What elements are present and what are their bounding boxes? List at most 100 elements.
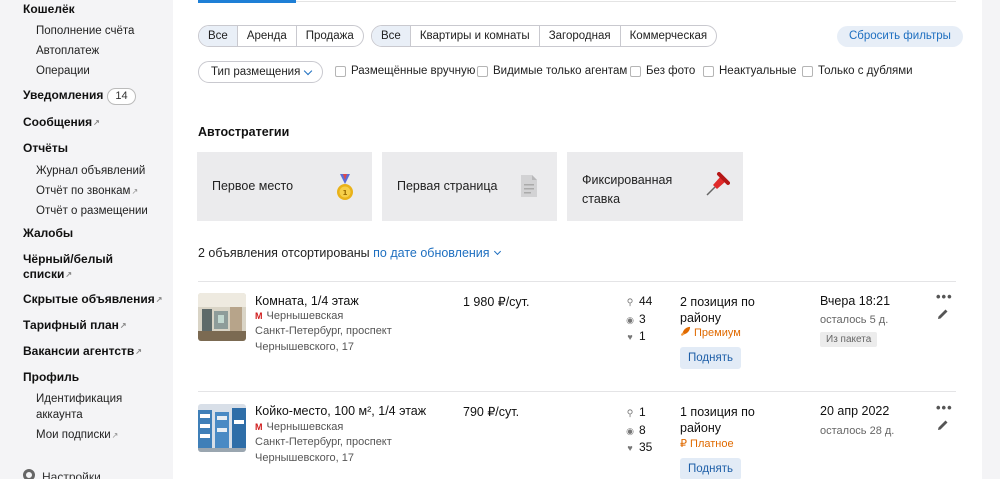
sidebar-blacklist-line1: Чёрный/белый <box>23 252 113 266</box>
listing-title[interactable]: Койко-место, 100 м², 1/4 этаж <box>255 404 426 418</box>
sidebar-complaints[interactable]: Жалобы <box>23 226 73 241</box>
document-icon <box>521 175 537 197</box>
sidebar-tariff[interactable]: Тарифный план↗ <box>23 318 127 333</box>
checkbox-no-photo[interactable] <box>630 66 641 77</box>
type-tab-flats[interactable]: Квартиры и комнаты <box>409 26 539 46</box>
sidebar-notifications[interactable]: Уведомления 14 <box>23 88 136 105</box>
checkbox-manual[interactable] <box>335 66 346 77</box>
sidebar-item-topup[interactable]: Пополнение счёта <box>36 24 134 39</box>
sidebar-vacancies[interactable]: Вакансии агентств↗ <box>23 344 142 359</box>
listing-position-line2: району <box>680 311 721 325</box>
edit-pencil-icon[interactable] <box>937 308 949 320</box>
listing-position-line1: 1 позиция по <box>680 405 755 419</box>
stat-views: ◉ 3 <box>624 312 646 326</box>
placement-type-select[interactable]: Тип размещения <box>198 61 323 83</box>
stat-likes-value: 1 <box>639 329 646 343</box>
property-type-segmented: Все Квартиры и комнаты Загородная Коммер… <box>371 25 718 47</box>
metro-station-name: Чернышевская <box>266 310 344 322</box>
package-badge: Из пакета <box>820 332 878 347</box>
strategy-first-place-label: Первое место <box>212 179 294 193</box>
listing-photo[interactable] <box>198 404 246 452</box>
strategy-fixed-bid-line1: Фиксированная <box>582 173 673 187</box>
raise-button[interactable]: Поднять <box>680 458 741 479</box>
premium-badge-label: Премиум <box>694 327 741 339</box>
listing-photo[interactable] <box>198 293 246 341</box>
stat-searches-value: 1 <box>639 405 646 419</box>
edit-pencil-icon[interactable] <box>937 419 949 431</box>
type-tab-commercial[interactable]: Коммерческая <box>619 26 716 46</box>
deal-tab-rent[interactable]: Аренда <box>236 26 296 46</box>
sidebar-item-subscriptions[interactable]: Мои подписки↗ <box>36 428 118 443</box>
strategy-card-first-page[interactable]: Первая страница <box>382 152 557 221</box>
sidebar-profile[interactable]: Профиль <box>23 370 79 385</box>
sort-summary-text: 2 объявления отсортированы <box>198 246 370 260</box>
listing-remaining: осталось 28 д. <box>820 425 895 437</box>
divider <box>198 391 956 392</box>
stat-views: ◉ 8 <box>624 423 646 437</box>
divider <box>198 281 956 282</box>
sidebar-item-identification-line2[interactable]: аккаунта <box>36 408 83 423</box>
sidebar: Кошелёк Пополнение счёта Автоплатеж Опер… <box>0 0 173 479</box>
sort-by-link[interactable]: по дате обновления <box>373 246 501 260</box>
deal-tab-sale[interactable]: Продажа <box>295 26 363 46</box>
sidebar-item-identification[interactable]: Идентификация <box>36 392 122 407</box>
sidebar-item-operations[interactable]: Операции <box>36 64 90 79</box>
deal-type-segmented: Все Аренда Продажа <box>198 25 364 47</box>
heart-icon: ♥ <box>627 443 633 453</box>
search-icon: ⚲ <box>626 297 634 307</box>
sidebar-messages[interactable]: Сообщения↗ <box>23 115 100 130</box>
sidebar-reports[interactable]: Отчёты <box>23 141 68 156</box>
sidebar-messages-label: Сообщения <box>23 115 93 129</box>
sidebar-item-journal[interactable]: Журнал объявлений <box>36 164 145 179</box>
strategy-card-fixed-bid[interactable]: Фиксированная ставка <box>567 152 743 221</box>
external-link-icon: ↗ <box>93 118 100 127</box>
more-options-icon[interactable]: ••• <box>936 289 953 304</box>
checkbox-duplicates-label: Только с дублями <box>818 65 913 77</box>
listing-address-line2: Чернышевского, 17 <box>255 452 354 464</box>
heart-icon: ♥ <box>627 332 633 342</box>
metro-icon: М <box>255 311 263 321</box>
chevron-down-icon <box>303 66 313 76</box>
sidebar-tariff-label: Тарифный план <box>23 318 119 332</box>
external-link-icon: ↗ <box>65 270 73 279</box>
sort-by-label: по дате обновления <box>373 246 490 260</box>
type-tab-all[interactable]: Все <box>372 26 410 46</box>
main-area: Все Аренда Продажа Все Квартиры и комнат… <box>173 0 1000 479</box>
sidebar-item-calls-report[interactable]: Отчёт по звонкам↗ <box>36 184 138 199</box>
sidebar-item-autopay[interactable]: Автоплатеж <box>36 44 99 59</box>
content-panel: Все Аренда Продажа Все Квартиры и комнат… <box>173 0 982 479</box>
stat-searches: ⚲ 44 <box>624 294 653 308</box>
raise-button[interactable]: Поднять <box>680 347 741 369</box>
checkbox-agents-only[interactable] <box>477 66 488 77</box>
listing-position: 2 позиция по району <box>680 294 790 326</box>
strategy-card-first-place[interactable]: Первое место 1 <box>197 152 372 221</box>
sidebar-hidden[interactable]: Скрытые объявления↗ <box>23 292 162 307</box>
more-options-icon[interactable]: ••• <box>936 400 953 415</box>
active-tab-indicator <box>198 0 296 3</box>
metro-station: М Чернышевская <box>255 310 343 322</box>
sidebar-item-placement-report[interactable]: Отчёт о размещении <box>36 204 148 219</box>
deal-tab-all[interactable]: Все <box>199 26 237 46</box>
sidebar-vacancies-label: Вакансии агентств <box>23 344 135 358</box>
external-link-icon: ↗ <box>131 187 139 196</box>
checkbox-duplicates[interactable] <box>802 66 813 77</box>
reset-filters-button[interactable]: Сбросить фильтры <box>837 26 963 47</box>
type-tab-country[interactable]: Загородная <box>538 26 620 46</box>
stat-likes: ♥ 35 <box>624 440 652 454</box>
eye-icon: ◉ <box>626 315 634 325</box>
checkbox-irrelevant[interactable] <box>703 66 714 77</box>
sidebar-settings[interactable]: Настройки <box>42 470 101 479</box>
eye-icon: ◉ <box>626 426 634 436</box>
strategy-first-page-label: Первая страница <box>397 179 498 193</box>
external-link-icon: ↗ <box>155 295 163 304</box>
sidebar-blacklist[interactable]: Чёрный/белый списки↗ <box>23 252 113 282</box>
sidebar-wallet[interactable]: Кошелёк <box>23 2 75 17</box>
external-link-icon: ↗ <box>119 321 127 330</box>
listing-title[interactable]: Комната, 1/4 этаж <box>255 294 359 308</box>
listing-remaining: осталось 5 д. <box>820 314 889 326</box>
listing-address: Санкт-Петербург, проспект Чернышевского,… <box>255 323 415 355</box>
sidebar-subscriptions-label: Мои подписки <box>36 429 111 441</box>
sidebar-blacklist-line2: списки <box>23 267 65 281</box>
gear-icon <box>23 469 35 479</box>
stat-views-value: 8 <box>639 423 646 437</box>
